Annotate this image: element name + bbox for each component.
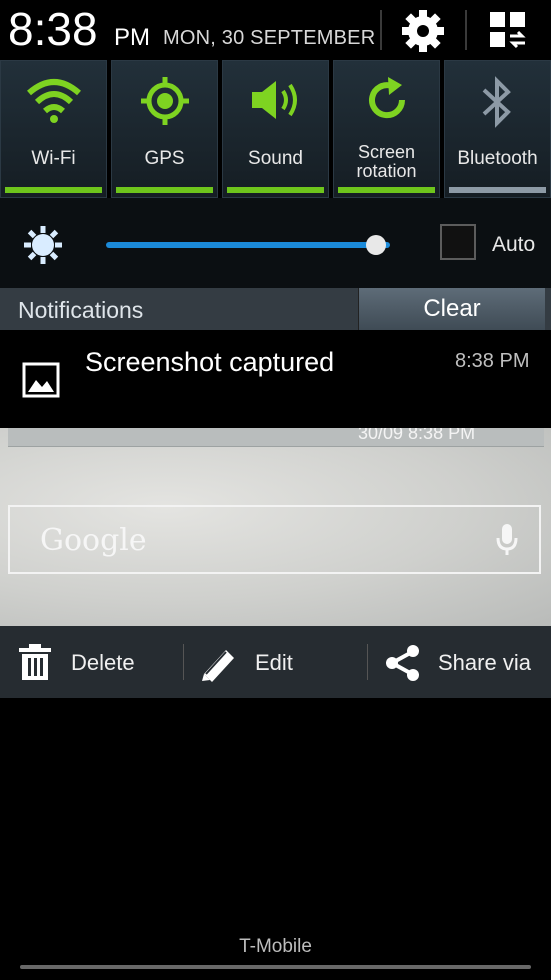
quick-toggles: Wi-Fi GPS Sound Screen rotation Bluetoot… — [0, 60, 551, 198]
notification-actions: Delete Edit Share via — [0, 626, 551, 698]
toggle-sound-label: Sound — [248, 148, 303, 169]
clock-ampm: PM — [114, 24, 150, 51]
edit-button[interactable]: Edit — [184, 626, 366, 698]
settings-gear-icon[interactable] — [400, 8, 446, 54]
preview-top-strip: 30/09 8:38 PM — [8, 428, 544, 447]
status-bar: 8:38 PM MON, 30 SEPTEMBER — [0, 0, 551, 58]
notifications-header: Notifications Clear — [0, 288, 551, 330]
toggle-gps[interactable]: GPS — [111, 60, 218, 198]
quick-panel-grid-icon[interactable] — [488, 10, 528, 50]
edit-label: Edit — [255, 650, 293, 675]
clock-time: 8:38 — [8, 3, 98, 55]
toggle-bluetooth[interactable]: Bluetooth — [444, 60, 551, 198]
toggle-sound-indicator — [227, 187, 324, 193]
preview-strip-text: 30/09 8:38 PM — [358, 428, 476, 443]
share-icon — [386, 645, 419, 681]
toggle-wifi[interactable]: Wi-Fi — [0, 60, 107, 198]
drag-handle[interactable] — [20, 965, 531, 969]
toggle-rotation-label-line2: rotation — [356, 161, 417, 181]
pencil-icon — [202, 650, 234, 682]
date-label: MON, 30 SEPTEMBER — [163, 27, 376, 49]
microphone-icon — [496, 523, 518, 562]
toggle-rotation-label: Screen rotation — [334, 143, 439, 181]
notification-screenshot[interactable]: Screenshot captured 8:38 PM — [0, 330, 551, 430]
toggle-rotation-indicator — [338, 187, 435, 193]
rotation-icon — [368, 77, 405, 119]
brightness-slider[interactable] — [106, 242, 390, 248]
divider — [465, 10, 467, 50]
screenshot-preview[interactable]: 30/09 8:38 PM Google — [0, 428, 551, 626]
clear-button[interactable]: Clear — [358, 288, 545, 330]
toggle-bluetooth-label: Bluetooth — [457, 148, 538, 169]
brightness-row: Auto — [0, 198, 551, 288]
sound-icon — [251, 81, 297, 119]
toggle-bluetooth-indicator — [449, 187, 546, 193]
notification-time: 8:38 PM — [455, 350, 530, 372]
divider — [380, 10, 382, 50]
toggle-screen-rotation[interactable]: Screen rotation — [333, 60, 440, 198]
toggle-gps-label: GPS — [144, 148, 185, 169]
bluetooth-icon — [482, 76, 511, 128]
toggle-wifi-label: Wi-Fi — [31, 148, 76, 169]
share-via-button[interactable]: Share via — [368, 626, 551, 698]
toggle-wifi-indicator — [5, 187, 102, 193]
google-logo-text: Google — [40, 523, 147, 558]
delete-button[interactable]: Delete — [0, 626, 182, 698]
notifications-title: Notifications — [18, 297, 144, 323]
auto-brightness-checkbox[interactable] — [440, 224, 476, 260]
share-via-label: Share via — [438, 650, 531, 675]
clear-button-label: Clear — [423, 295, 481, 322]
brightness-slider-thumb[interactable] — [366, 235, 386, 255]
toggle-rotation-label-line1: Screen — [357, 142, 416, 162]
toggle-gps-indicator — [116, 187, 213, 193]
delete-label: Delete — [71, 650, 135, 675]
carrier-label: T-Mobile — [239, 936, 312, 957]
image-icon — [22, 362, 60, 403]
wifi-icon — [26, 79, 81, 123]
trash-icon — [19, 644, 51, 680]
toggle-sound[interactable]: Sound — [222, 60, 329, 198]
auto-brightness-label: Auto — [492, 233, 536, 256]
google-search-widget: Google — [8, 505, 541, 574]
gps-icon — [140, 77, 189, 125]
brightness-sun-icon — [22, 224, 64, 271]
carrier-bar: T-Mobile — [0, 930, 551, 980]
notification-title: Screenshot captured — [85, 347, 335, 377]
